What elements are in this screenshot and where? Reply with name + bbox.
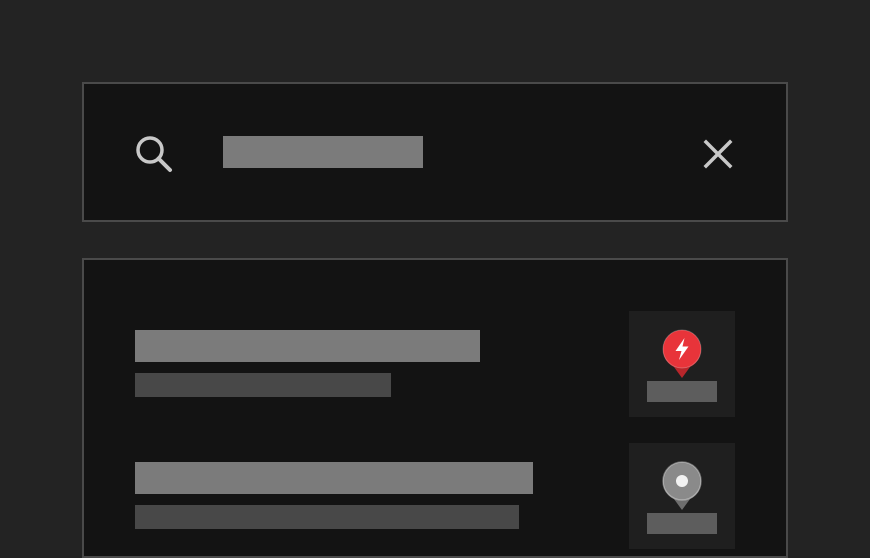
result-marker-tile — [629, 443, 735, 549]
lightning-pin-icon — [662, 329, 702, 378]
result-subtitle — [135, 505, 519, 529]
list-item[interactable] — [84, 311, 786, 417]
result-marker-label — [647, 381, 717, 402]
location-pin-icon — [662, 461, 702, 510]
result-title — [135, 330, 480, 362]
close-icon — [703, 139, 733, 169]
search-icon[interactable] — [132, 132, 176, 176]
list-item[interactable] — [84, 443, 786, 549]
results-list — [82, 258, 788, 558]
result-marker-tile — [629, 311, 735, 417]
search-bar — [82, 82, 788, 222]
result-subtitle — [135, 373, 391, 397]
result-title — [135, 462, 533, 494]
search-input[interactable] — [223, 136, 423, 168]
result-marker-label — [647, 513, 717, 534]
clear-search-button[interactable] — [696, 132, 740, 176]
